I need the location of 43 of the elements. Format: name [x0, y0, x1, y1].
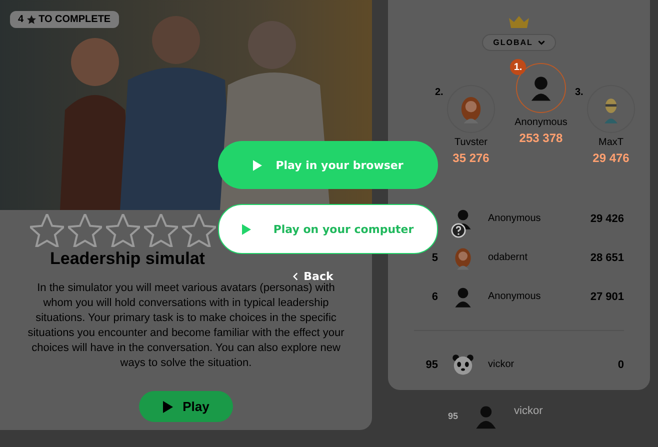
- player-name: Tuvster: [454, 137, 488, 148]
- play-button[interactable]: Play: [138, 391, 234, 422]
- star-count: 4: [18, 14, 24, 25]
- rank-number: 3.: [575, 87, 584, 98]
- play-on-computer-button[interactable]: Play on your computer: [218, 204, 438, 254]
- scope-dropdown[interactable]: GLOBAL: [482, 34, 556, 51]
- star-icon: [182, 214, 216, 247]
- play-in-browser-button[interactable]: Play in your browser: [218, 141, 438, 189]
- rank-number: 95: [448, 411, 458, 421]
- player-score: 253 378: [519, 131, 563, 145]
- player-score: 35 276: [452, 151, 490, 165]
- player-name: vickor: [488, 359, 516, 370]
- star-icon: [68, 214, 102, 247]
- rank-number: 2.: [435, 87, 444, 98]
- player-name: MaxT: [598, 137, 624, 148]
- challenge-description: In the simulator you will meet various avatars (personas) with whom you will hold conversations with in typical leadership situations. Your primary task is to make choices in the specific situations you encounter and become familiar with the effect your choices will have in the conversation. You can also explore new ways to solve the situation.: [26, 281, 346, 371]
- challenge-title: Leadership simulat: [50, 249, 205, 269]
- play-icon: [252, 160, 262, 170]
- star-icon: [26, 15, 36, 24]
- chevron-left-icon: [292, 272, 298, 281]
- player-name: Anonymous: [488, 213, 542, 224]
- star-icon: [30, 214, 64, 247]
- player-score: 28 651: [590, 252, 624, 264]
- player-name: vickor: [514, 405, 543, 417]
- badge-label: TO COMPLETE: [38, 14, 111, 25]
- star-icon: [106, 214, 140, 247]
- player-name: Anonymous: [488, 291, 542, 302]
- player-score: 0: [618, 358, 624, 370]
- crown-icon: [509, 16, 529, 28]
- rank-number: 1.: [510, 59, 526, 75]
- star-icon: [144, 214, 178, 247]
- rank-number: 95: [426, 358, 438, 370]
- player-name: odabernt: [488, 252, 528, 263]
- player-score: 29 476: [592, 151, 630, 165]
- help-icon[interactable]: [451, 223, 466, 238]
- player-score: 29 426: [590, 212, 624, 224]
- player-score: 27 901: [590, 290, 624, 302]
- player-name: Anonymous: [514, 117, 568, 128]
- rank-number: 6: [432, 290, 438, 302]
- play-icon: [162, 400, 173, 412]
- chevron-down-icon: [538, 40, 545, 45]
- play-icon: [242, 224, 252, 234]
- rank-number: 5: [432, 252, 438, 264]
